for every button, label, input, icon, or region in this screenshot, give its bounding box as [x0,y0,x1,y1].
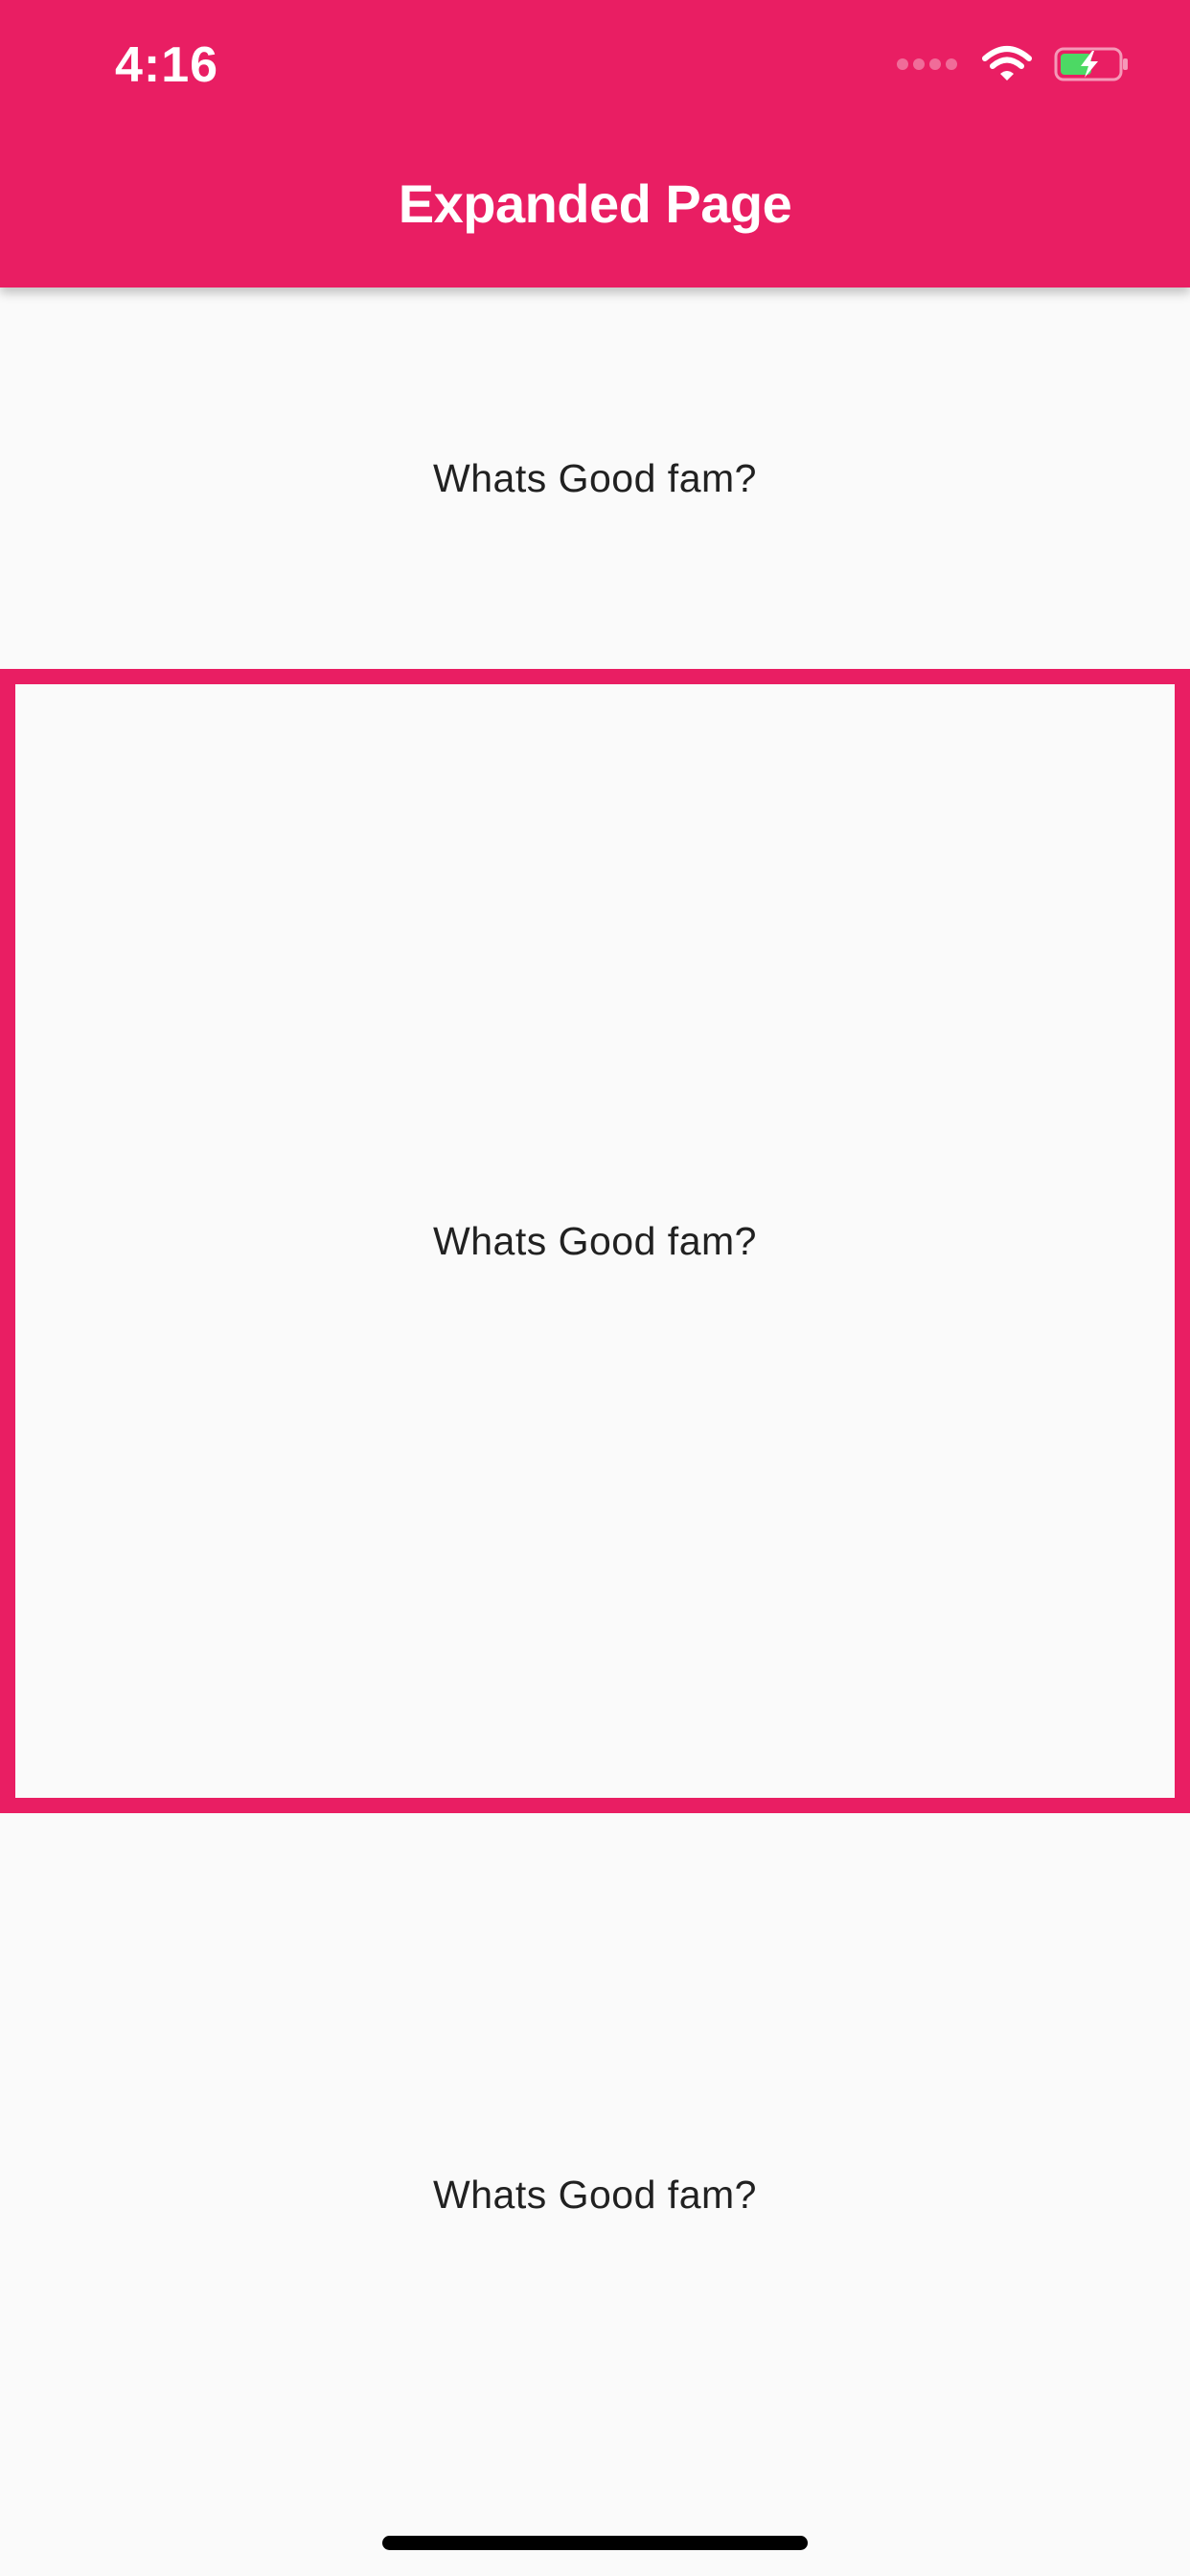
page-title: Expanded Page [398,173,792,234]
section-text: Whats Good fam? [433,1218,757,1263]
section-text: Whats Good fam? [433,455,757,500]
signal-icon [897,58,962,70]
app-bar: 4:16 Expanded Page [0,0,1190,288]
wifi-icon [982,46,1032,80]
status-icons [897,42,1131,86]
battery-charging-icon [1054,47,1128,81]
status-time: 4:16 [115,37,219,93]
home-indicator[interactable] [382,2536,808,2550]
content-section-expanded[interactable]: Whats Good fam? [0,669,1190,1813]
section-text: Whats Good fam? [433,2172,757,2217]
content-section-top: Whats Good fam? [0,288,1190,669]
content-section-bottom: Whats Good fam? [0,1813,1190,2576]
